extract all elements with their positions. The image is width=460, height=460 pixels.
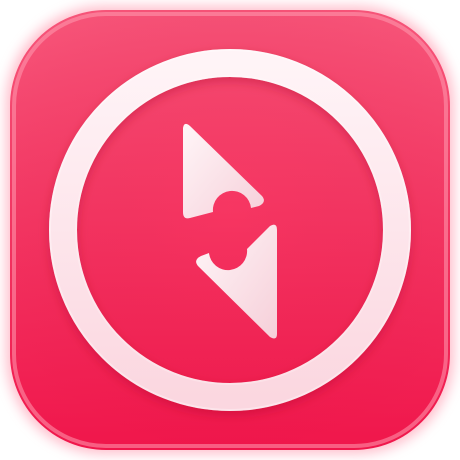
app-icon-canvas: [0, 0, 460, 460]
compass-app-icon[interactable]: [0, 0, 460, 460]
compass-app-icon-graphic: [6, 6, 454, 454]
